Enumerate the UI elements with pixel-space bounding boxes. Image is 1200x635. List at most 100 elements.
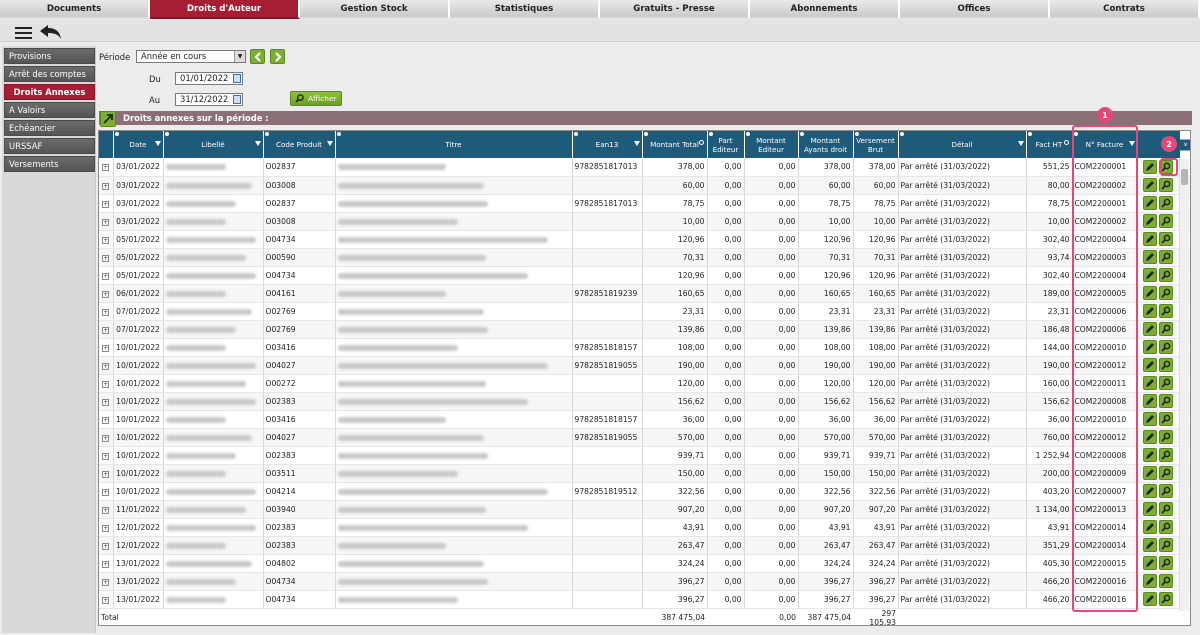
expand-toggle[interactable]: + xyxy=(99,392,114,411)
view-invoice-button[interactable] xyxy=(1158,430,1173,444)
expand-icon[interactable]: + xyxy=(102,272,110,280)
expand-icon[interactable]: + xyxy=(102,596,110,604)
view-invoice-button[interactable] xyxy=(1158,196,1173,210)
expand-icon[interactable]: + xyxy=(102,326,110,334)
view-invoice-button[interactable] xyxy=(1158,322,1173,336)
column-menu-icon[interactable] xyxy=(114,132,119,136)
expand-icon[interactable]: + xyxy=(102,506,110,514)
column-header-fact-ht[interactable]: Fact HT xyxy=(1026,131,1073,158)
tab-contrats[interactable]: Contrats xyxy=(1050,0,1200,19)
expand-toggle[interactable]: + xyxy=(99,446,114,465)
vertical-scrollbar[interactable] xyxy=(1179,159,1189,611)
expand-icon[interactable]: + xyxy=(102,542,110,550)
view-invoice-button[interactable] xyxy=(1158,376,1173,390)
search-icon[interactable] xyxy=(1063,140,1069,145)
expand-icon[interactable]: + xyxy=(102,398,110,406)
tab-droits-d-auteur[interactable]: Droits d'Auteur xyxy=(150,0,300,19)
expand-toggle[interactable]: + xyxy=(99,176,114,195)
expand-icon[interactable]: + xyxy=(102,452,110,460)
filter-icon[interactable] xyxy=(326,141,333,146)
column-menu-icon[interactable] xyxy=(854,132,859,136)
edit-button[interactable] xyxy=(1142,574,1157,588)
expand-icon[interactable]: + xyxy=(102,164,110,172)
column-menu-icon[interactable] xyxy=(336,132,341,136)
sidebar-item-droits-annexes[interactable]: Droits Annexes xyxy=(4,84,95,100)
edit-button[interactable] xyxy=(1142,592,1157,606)
column-header-code-produit[interactable]: Code Produit xyxy=(263,131,336,158)
edit-button[interactable] xyxy=(1142,214,1157,228)
edit-button[interactable] xyxy=(1142,412,1157,426)
column-menu-icon[interactable] xyxy=(164,132,169,136)
back-arrow-icon[interactable] xyxy=(39,24,63,40)
column-menu-icon[interactable] xyxy=(708,132,713,136)
expand-toggle[interactable]: + xyxy=(99,590,114,609)
next-period-button[interactable] xyxy=(270,49,285,64)
expand-toggle[interactable]: + xyxy=(99,356,114,375)
view-invoice-button[interactable] xyxy=(1158,448,1173,462)
expand-toggle[interactable]: + xyxy=(99,338,114,357)
expand-icon[interactable]: + xyxy=(102,362,110,370)
view-invoice-button[interactable] xyxy=(1158,214,1173,228)
column-header-versement-brut[interactable]: Versement Brut xyxy=(853,131,899,158)
sidebar-item-a-valoirs[interactable]: A Valoirs xyxy=(4,102,95,118)
expand-icon[interactable]: + xyxy=(102,308,110,316)
edit-button[interactable] xyxy=(1142,430,1157,444)
expand-icon[interactable]: + xyxy=(102,254,110,262)
column-header-ean13[interactable]: Ean13 xyxy=(572,131,643,158)
expand-toggle[interactable]: + xyxy=(99,518,114,537)
expand-toggle[interactable]: + xyxy=(99,230,114,249)
tab-offices[interactable]: Offices xyxy=(900,0,1050,19)
edit-button[interactable] xyxy=(1142,358,1157,372)
view-invoice-button[interactable] xyxy=(1158,340,1173,354)
column-header-titre[interactable]: Titre xyxy=(335,131,573,158)
periode-select[interactable]: Année en cours ▼ xyxy=(136,50,246,63)
view-invoice-button[interactable] xyxy=(1158,502,1173,516)
expand-toggle[interactable]: + xyxy=(99,248,114,267)
expand-icon[interactable]: + xyxy=(102,236,110,244)
edit-button[interactable] xyxy=(1142,448,1157,462)
column-menu-icon[interactable] xyxy=(745,132,750,136)
view-invoice-button[interactable] xyxy=(1158,592,1173,606)
expand-toggle[interactable]: + xyxy=(99,410,114,429)
edit-button[interactable] xyxy=(1142,340,1157,354)
expand-toggle[interactable]: + xyxy=(99,572,114,591)
sidebar-item-versements[interactable]: Versements xyxy=(4,156,95,172)
view-invoice-button[interactable] xyxy=(1158,286,1173,300)
expand-icon[interactable]: + xyxy=(102,344,110,352)
expand-icon[interactable]: + xyxy=(102,200,110,208)
view-invoice-button[interactable] xyxy=(1158,466,1173,480)
edit-button[interactable] xyxy=(1142,178,1157,192)
column-menu-icon[interactable] xyxy=(1027,132,1032,136)
sidebar-item-arret-des-comptes[interactable]: Arrêt des comptes xyxy=(4,66,95,82)
edit-button[interactable] xyxy=(1142,376,1157,390)
view-invoice-button[interactable] xyxy=(1158,268,1173,282)
hamburger-icon[interactable] xyxy=(15,27,32,39)
column-menu-icon[interactable] xyxy=(573,132,578,136)
expand-icon[interactable]: + xyxy=(102,182,110,190)
view-invoice-button[interactable] xyxy=(1158,178,1173,192)
view-invoice-button[interactable] xyxy=(1158,250,1173,264)
expand-toggle[interactable]: + xyxy=(99,194,114,213)
filter-icon[interactable] xyxy=(633,141,640,146)
view-invoice-button[interactable] xyxy=(1158,358,1173,372)
expand-icon[interactable]: + xyxy=(102,380,110,388)
column-header-montant-total[interactable]: Montant Total xyxy=(642,131,708,158)
column-menu-icon[interactable] xyxy=(799,132,804,136)
tab-documents[interactable]: Documents xyxy=(0,0,150,19)
tab-statistiques[interactable]: Statistiques xyxy=(450,0,600,19)
expand-toggle[interactable]: + xyxy=(99,482,114,501)
edit-button[interactable] xyxy=(1142,268,1157,282)
view-invoice-button[interactable] xyxy=(1158,538,1173,552)
expand-icon[interactable]: + xyxy=(102,290,110,298)
view-invoice-button[interactable] xyxy=(1158,412,1173,426)
previous-period-button[interactable] xyxy=(250,49,265,64)
view-invoice-button[interactable] xyxy=(1158,556,1173,570)
edit-button[interactable] xyxy=(1142,520,1157,534)
expand-icon[interactable]: + xyxy=(102,560,110,568)
expand-toggle[interactable]: + xyxy=(99,374,114,393)
edit-button[interactable] xyxy=(1142,502,1157,516)
scrollbar-thumb[interactable] xyxy=(1181,169,1188,185)
edit-button[interactable] xyxy=(1142,250,1157,264)
expand-toggle[interactable]: + xyxy=(99,158,114,177)
expand-toggle[interactable]: + xyxy=(99,284,114,303)
